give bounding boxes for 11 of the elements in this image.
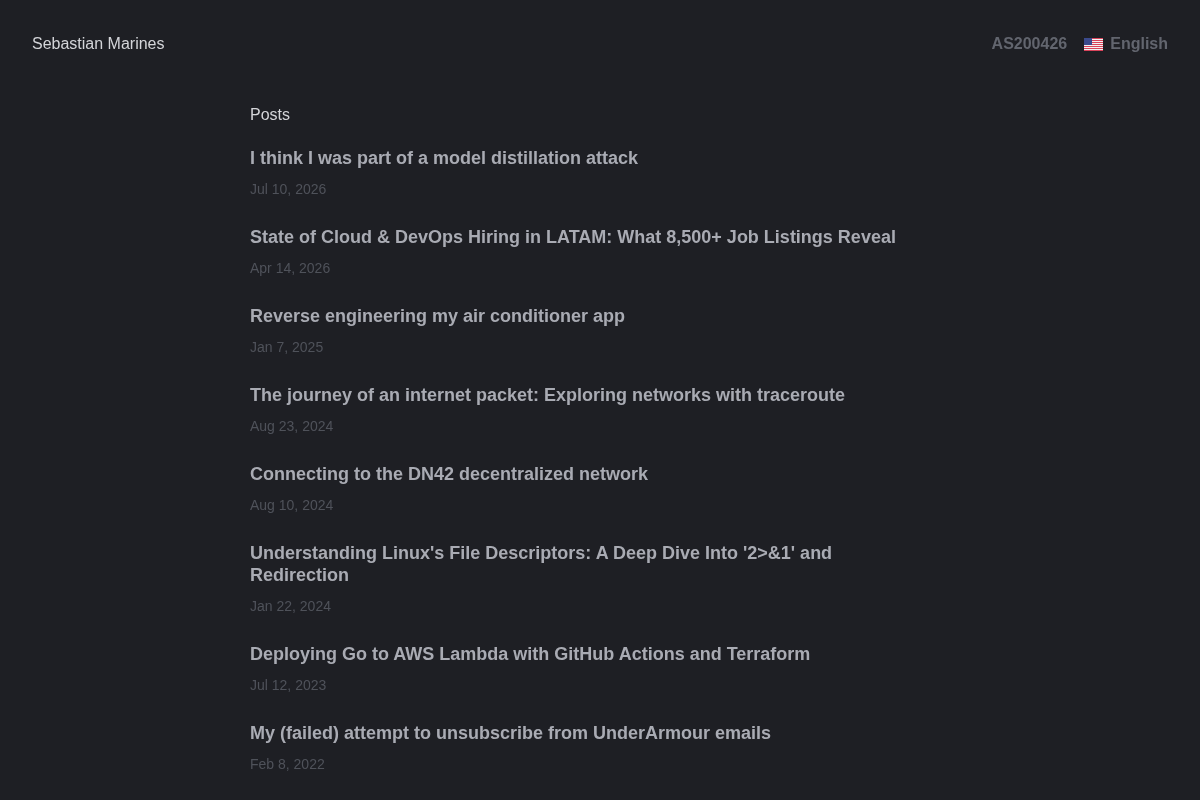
flag-icon (1084, 37, 1104, 51)
post-title-link[interactable]: I think I was part of a model distillation attack (250, 147, 918, 169)
post-title-link[interactable]: The journey of an internet packet: Exploring networks with traceroute (250, 384, 918, 406)
post-title-link[interactable]: Deploying Go to AWS Lambda with GitHub Actions and Terraform (250, 643, 918, 665)
post-title-link[interactable]: Connecting to the DN42 decentralized network (250, 463, 918, 485)
section-heading: Posts (250, 105, 291, 125)
post-title-link[interactable]: Reverse engineering my air conditioner app (250, 305, 918, 327)
post-title-link[interactable]: State of Cloud & DevOps Hiring in LATAM: What 8,500+ Job Listings Reveal (250, 226, 918, 248)
site-name-link[interactable]: Sebastian Marines (32, 32, 165, 56)
post-title-link[interactable]: My (failed) attempt to unsubscribe from UnderArmour emails (250, 722, 918, 744)
post-title-link[interactable]: Understanding Linux's File Descriptors: A Deep Dive Into '2>&1' and Redirection (250, 542, 918, 586)
